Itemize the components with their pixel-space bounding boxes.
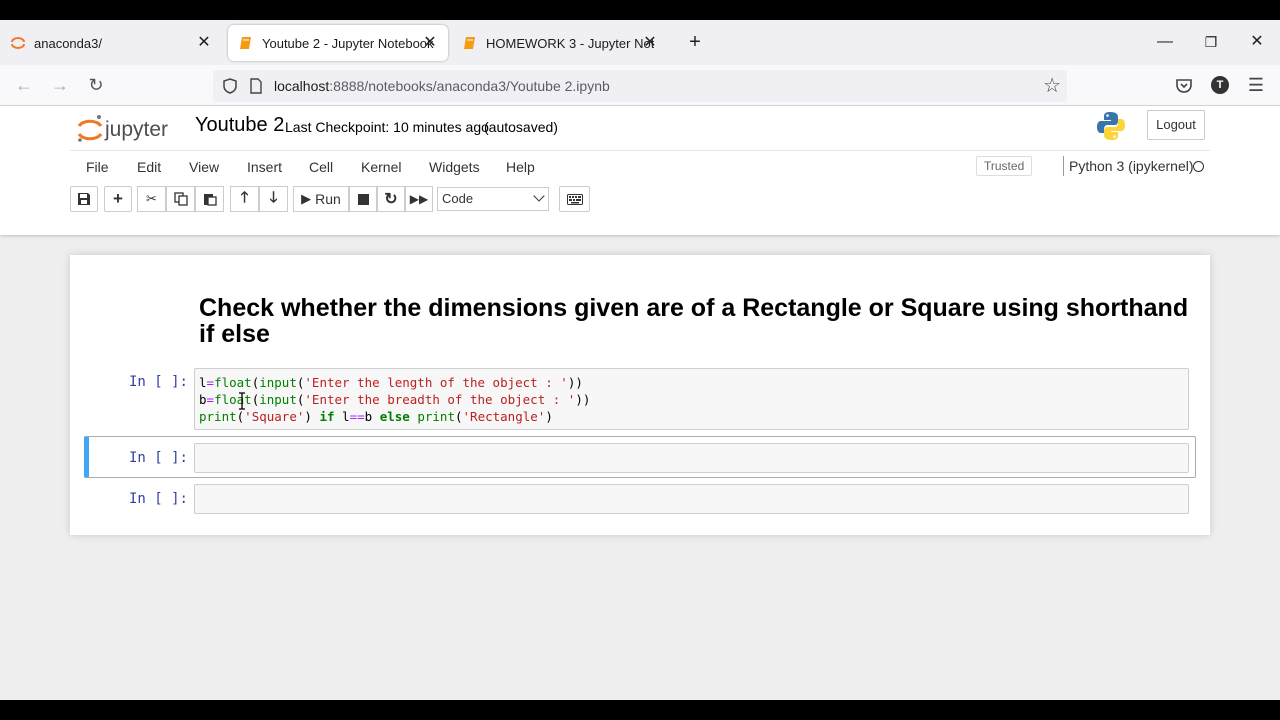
logo-text: jupyter [104,118,168,141]
arrow-up-icon: 🡑 [240,188,249,206]
notebook-header: jupyter Youtube 2 Last Checkpoint: 10 mi… [0,106,1280,235]
forward-icon[interactable]: → [48,73,72,97]
text-cursor-icon [239,392,245,410]
url-path: :8888/notebooks/anaconda3/Youtube 2.ipyn… [329,78,610,94]
menu-widgets[interactable]: Widgets [429,159,480,175]
code-input-area[interactable] [194,484,1189,514]
minimize-icon[interactable]: — [1150,30,1180,54]
menu-hamburger-icon[interactable]: ☰ [1244,73,1268,97]
restart-icon: ↻ [384,191,398,208]
close-tab-icon[interactable]: ✕ [194,33,214,53]
stop-icon [357,193,369,205]
notebook-container: Check whether the dimensions given are o… [70,255,1210,535]
input-prompt: In [ ]: [128,374,188,390]
play-icon: ▶ [301,191,312,206]
move-down-button[interactable]: 🡓 [259,186,288,212]
insert-cell-button[interactable]: + [104,186,132,212]
tab-title: Youtube 2 - Jupyter Notebook [262,35,434,51]
edit-button-group: ✂ [137,186,224,212]
code-input-area[interactable] [194,443,1189,473]
jupyter-logo[interactable]: jupyter [75,112,185,146]
code-input-area[interactable]: l=float(input('Enter the length of the o… [194,368,1189,430]
notebook-favicon-icon [464,37,475,49]
run-label: Run [315,191,341,207]
kernel-idle-icon [1193,161,1204,172]
save-icon [78,193,90,205]
chevron-down-icon [533,190,545,202]
copy-button[interactable] [166,186,195,212]
url-text: localhost:8888/notebooks/anaconda3/Youtu… [274,78,610,94]
markdown-heading[interactable]: Check whether the dimensions given are o… [199,295,1189,347]
url-host: localhost [274,78,330,94]
notebook-favicon-icon [240,37,251,49]
move-button-group: 🡑 🡓 [230,186,288,212]
python-logo-icon [1097,112,1125,140]
restart-run-all-button[interactable]: ▶▶ [405,186,433,212]
close-tab-icon[interactable]: ✕ [640,33,660,53]
interrupt-button[interactable] [349,186,377,212]
save-button[interactable] [70,186,98,212]
notebook-toolbar: + ✂ 🡑 🡓 ▶ Run ↻ ▶▶ Code [70,186,1210,216]
cut-button[interactable]: ✂ [137,186,166,212]
tab-title: HOMEWORK 3 - Jupyter Notebook [486,35,654,51]
logout-button[interactable]: Logout [1147,110,1205,140]
code-line: print('Square') if l==b else print('Rect… [199,409,553,424]
menu-edit[interactable]: Edit [137,159,161,175]
move-up-button[interactable]: 🡑 [230,186,259,212]
input-prompt: In [ ]: [128,491,188,507]
tab-anaconda3[interactable]: anaconda3/ ✕ [0,25,222,61]
pocket-icon[interactable] [1174,76,1194,96]
cell-type-select[interactable]: Code [437,187,549,211]
restart-button[interactable]: ↻ [377,186,405,212]
checkpoint-status: Last Checkpoint: 10 minutes ago [285,119,489,135]
code-line: b=float(input('Enter the breadth of the … [199,392,591,407]
run-button-group: ▶ Run ↻ ▶▶ [293,186,433,212]
jupyter-favicon-icon [11,37,25,49]
bookmark-star-icon[interactable]: ☆ [1043,73,1061,98]
autosave-status: (autosaved) [484,119,558,135]
command-palette-button[interactable] [559,186,590,212]
profile-avatar[interactable]: T [1211,76,1229,94]
paste-icon [203,194,217,206]
jupyter-page: jupyter Youtube 2 Last Checkpoint: 10 mi… [0,106,1280,700]
restore-icon[interactable]: ❐ [1196,30,1226,54]
reload-icon[interactable]: ↻ [84,73,108,97]
kernel-name[interactable]: Python 3 (ipykernel) [1069,158,1194,174]
cell-type-value: Code [442,191,474,206]
back-icon[interactable]: ← [12,73,36,97]
menu-kernel[interactable]: Kernel [361,159,401,175]
shield-icon[interactable] [221,77,239,95]
menu-insert[interactable]: Insert [247,159,282,175]
menu-help[interactable]: Help [506,159,535,175]
menu-view[interactable]: View [189,159,219,175]
code-line: l=float(input('Enter the length of the o… [199,375,583,390]
address-bar[interactable]: localhost:8888/notebooks/anaconda3/Youtu… [213,70,1067,102]
run-button[interactable]: ▶ Run [293,186,349,212]
new-tab-icon[interactable]: + [680,30,710,54]
keyboard-icon [566,193,583,205]
close-window-icon[interactable]: ✕ [1242,30,1272,54]
menu-bar: File Edit View Insert Cell Kernel Widget… [70,150,1210,184]
fast-forward-icon: ▶▶ [409,192,429,206]
copy-icon [173,192,188,206]
page-icon [250,78,262,94]
tab-title: anaconda3/ [34,35,102,51]
plus-icon: + [113,189,123,208]
trusted-badge[interactable]: Trusted [976,156,1033,176]
kernel-divider [1063,156,1064,176]
scissors-icon: ✂ [146,191,157,206]
input-prompt: In [ ]: [128,450,188,466]
tab-homework-3[interactable]: HOMEWORK 3 - Jupyter Notebook ✕ [452,25,672,61]
menu-cell[interactable]: Cell [309,159,333,175]
paste-button[interactable] [195,186,224,212]
browser-window: anaconda3/ ✕ Youtube 2 - Jupyter Noteboo… [0,20,1280,700]
menu-file[interactable]: File [86,159,109,175]
tab-youtube-2[interactable]: Youtube 2 - Jupyter Notebook ✕ [228,25,448,61]
arrow-down-icon: 🡓 [269,188,278,206]
close-tab-icon[interactable]: ✕ [420,33,440,53]
tab-strip: anaconda3/ ✕ Youtube 2 - Jupyter Noteboo… [0,20,1280,65]
navigation-bar: ← → ↻ localhost:8888/notebooks/anaconda3… [0,65,1280,106]
notebook-title[interactable]: Youtube 2 [195,114,284,137]
